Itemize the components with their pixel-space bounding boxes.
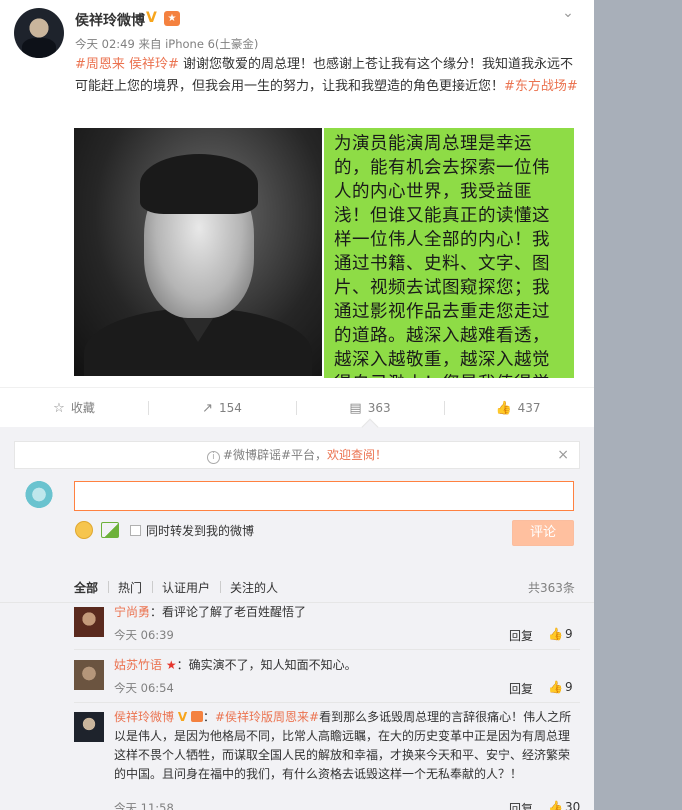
close-icon[interactable]: × (557, 442, 569, 468)
post-meta: 今天 02:49 来自 iPhone 6(土豪金) (75, 37, 259, 51)
reply-button[interactable]: 回复 (509, 627, 533, 644)
tab-verified[interactable]: 认证用户 (162, 579, 210, 596)
reply-button[interactable]: 回复 (509, 680, 533, 697)
comment-input[interactable] (74, 481, 574, 511)
rumor-notice[interactable]: i #微博辟谣#平台，欢迎查阅！ × (14, 441, 580, 469)
comment-body: ：确实演不了，知人知面不知心。 (176, 658, 357, 672)
comment-text: 宁尚勇：看评论了解了老百姓醒悟了 (114, 603, 574, 622)
like-count: 437 (517, 401, 541, 415)
comment-time: 今天 06:54 (114, 681, 174, 695)
repost-button[interactable]: ↗ 154 (148, 388, 296, 428)
comment-count: 363 (367, 401, 391, 415)
topic-link[interactable]: #周恩来 侯祥玲# (75, 57, 179, 72)
image-upload-icon[interactable] (101, 522, 119, 538)
tab-following[interactable]: 关注的人 (230, 579, 278, 596)
medal-icon[interactable]: ★ (164, 11, 180, 26)
comment-time: 今天 06:39 (114, 628, 174, 642)
commenter-name[interactable]: 姑苏竹语 (114, 658, 162, 672)
comment-like-button[interactable]: 👍 9 (548, 680, 573, 694)
commenter-name[interactable]: 侯祥玲微博 (114, 710, 174, 724)
portrait-photo[interactable] (74, 128, 322, 376)
comment-like-button[interactable]: 👍 30 (548, 800, 580, 810)
comment-section: i #微博辟谣#平台，欢迎查阅！ × 同时转发到我的微博 评论 全部 热门 认证用… (0, 427, 594, 810)
comment-like-button[interactable]: 👍 9 (548, 627, 573, 641)
thumbs-up-icon: 👍 (495, 401, 512, 416)
photo-hair (140, 154, 258, 214)
my-avatar[interactable] (24, 481, 54, 511)
post-text: #周恩来 侯祥玲# 谢谢您敬爱的周总理！也感谢上苍让我有这个缘分！我知道我永远不… (75, 54, 583, 98)
divider (74, 702, 580, 703)
tab-hot[interactable]: 热门 (118, 579, 142, 596)
comment-like-count: 9 (564, 680, 573, 694)
repost-count: 154 (219, 401, 242, 415)
comment-total: 共363条 (528, 581, 575, 595)
star-icon: ☆ (53, 401, 65, 416)
verified-badge-icon: V (146, 10, 157, 26)
forward-label: 同时转发到我的微博 (146, 524, 255, 538)
thumbs-up-icon: 👍 (548, 627, 563, 641)
commenter-avatar[interactable] (74, 712, 104, 742)
thumbs-up-icon: 👍 (548, 800, 563, 810)
notice-link[interactable]: 欢迎查阅！ (327, 448, 387, 462)
comment-text: 侯祥玲微博 V ：#侯祥玲版周恩来#看到那么多诋毁周总理的言辞很痛心！伟人之所以… (114, 710, 572, 781)
comment-body: ：看评论了解了老百姓醒悟了 (150, 605, 307, 619)
divider (220, 581, 221, 593)
repost-icon: ↗ (202, 401, 213, 416)
page-side-background (594, 0, 682, 810)
comment-icon: ▤ (349, 401, 362, 416)
info-icon: i (206, 451, 220, 464)
commenter-name[interactable]: 宁尚勇 (114, 605, 150, 619)
divider (152, 581, 153, 593)
text-image-content: 为演员能演周总理是幸运的，能有机会去探索一位伟人的内心世界，我受益匪浅！但谁又能… (334, 134, 550, 378)
comment-like-count: 30 (564, 800, 581, 810)
author-avatar[interactable] (14, 8, 64, 58)
notice-text: #微博辟谣#平台， (222, 448, 328, 462)
divider (74, 649, 580, 650)
text-image[interactable]: 为演员能演周总理是幸运的，能有机会去探索一位伟人的内心世界，我受益匪浅！但谁又能… (324, 128, 574, 378)
commenter-avatar[interactable] (74, 660, 104, 690)
like-button[interactable]: 👍 437 (444, 388, 592, 428)
comment-body-continued: 以是伟人，是因为他格局不同，比常人高瞻远瞩，在大的历史变革中正是因为有周总理这样… (114, 729, 571, 781)
divider (108, 581, 109, 593)
commenter-avatar[interactable] (74, 607, 104, 637)
verified-badge-icon: V (177, 710, 188, 724)
medal-icon (190, 711, 203, 722)
action-bar: ☆ 收藏 ↗ 154 ▤ 363 👍 437 (0, 387, 594, 427)
topic-link[interactable]: #侯祥玲版周恩来# (215, 710, 319, 724)
favorite-label: 收藏 (70, 401, 95, 415)
thumbs-up-icon: 👍 (548, 680, 563, 694)
comment-body: 看到那么多诋毁周总理的言辞很痛心！伟人之所 (319, 710, 572, 724)
forward-checkbox[interactable] (130, 525, 141, 536)
chevron-down-icon[interactable]: ⌄ (560, 5, 576, 21)
author-name[interactable]: 侯祥玲微博 (75, 10, 145, 30)
comment-like-count: 9 (564, 627, 573, 641)
weibo-post-card: 侯祥玲微博 V ★ ⌄ 今天 02:49 来自 iPhone 6(土豪金) #周… (0, 0, 594, 810)
comment-time: 今天 11:58 (114, 801, 174, 810)
comment-filter-tabs: 全部 热门 认证用户 关注的人 共363条 (0, 573, 594, 603)
tab-all[interactable]: 全部 (74, 579, 98, 596)
reply-button[interactable]: 回复 (509, 800, 533, 810)
submit-comment-button[interactable]: 评论 (512, 520, 574, 546)
emoji-icon[interactable] (75, 521, 93, 539)
comment-text: 姑苏竹语 ★：确实演不了，知人知面不知心。 (114, 656, 574, 675)
topic-link[interactable]: #东方战场# (504, 79, 578, 94)
favorite-button[interactable]: ☆ 收藏 (0, 388, 148, 428)
star-icon: ★ (165, 658, 177, 672)
